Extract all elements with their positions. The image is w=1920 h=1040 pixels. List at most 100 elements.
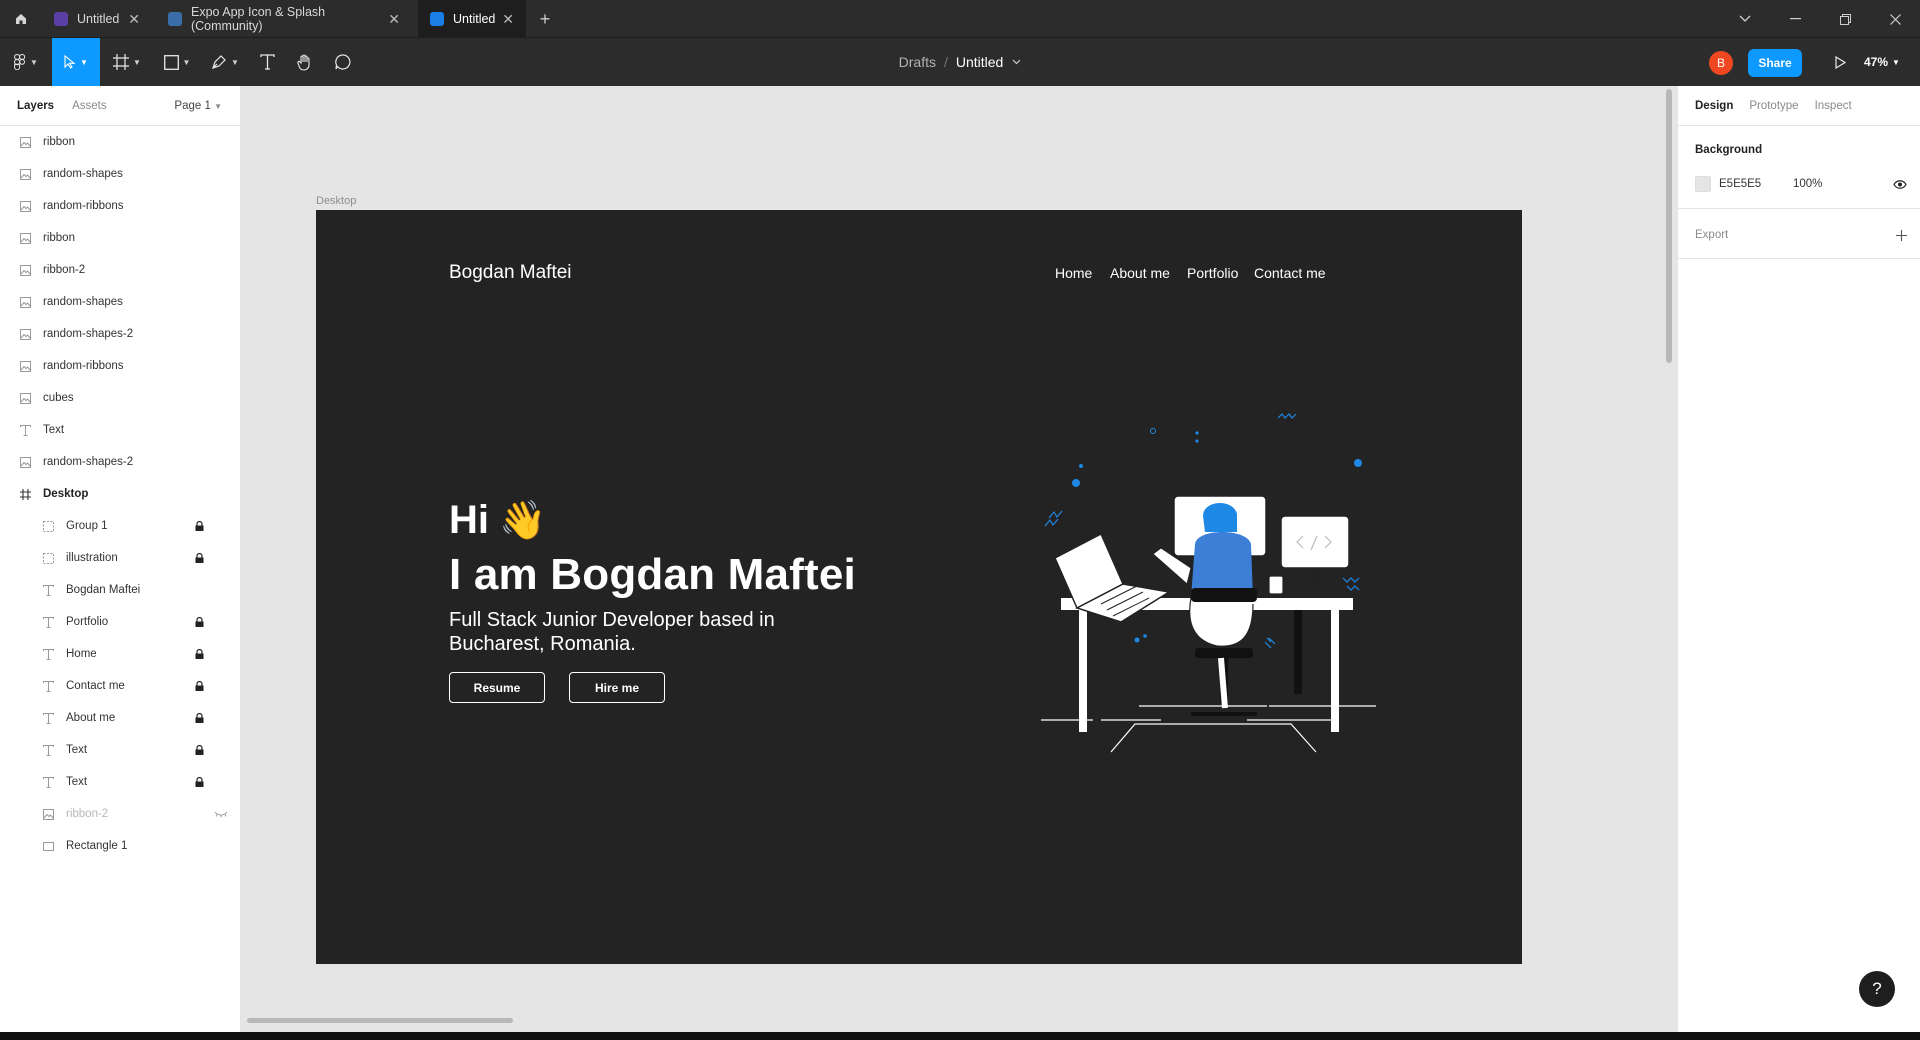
tab-design[interactable]: Design [1695,100,1733,112]
layer-row[interactable]: Desktop [0,478,240,510]
toolbar: ▼ ▼ ▼ ▼ ▼ Drafts / Untitled B Share 47% … [0,38,1920,86]
text-icon [42,616,54,628]
hidden-eye-icon[interactable] [214,809,228,819]
layer-row[interactable]: cubes [0,382,240,414]
layer-row[interactable]: Portfolio [0,606,240,638]
lock-icon[interactable] [195,616,204,627]
tab-untitled-1[interactable]: Untitled ✕ [42,0,152,38]
page-selector[interactable]: Page 1 ▼ [174,100,222,112]
background-opacity[interactable]: 100% [1793,178,1822,190]
nav-contact[interactable]: Contact me [1254,265,1326,281]
pen-tool[interactable]: ▼ [206,38,244,86]
eye-icon[interactable] [1893,179,1907,189]
home-icon[interactable] [0,0,42,38]
frame-tool[interactable]: ▼ [108,38,146,86]
layer-name: Group 1 [66,520,108,532]
layer-row[interactable]: Contact me [0,670,240,702]
main-menu-button[interactable]: ▼ [8,38,44,86]
hero-headline[interactable]: I am Bogdan Maftei [449,550,856,600]
tab-prototype[interactable]: Prototype [1749,100,1798,112]
avatar[interactable]: B [1709,51,1733,75]
site-logo[interactable]: Bogdan Maftei [449,262,572,284]
resume-button[interactable]: Resume [449,672,545,703]
layer-row[interactable]: Group 1 [0,510,240,542]
layer-name: ribbon-2 [66,808,109,820]
group-icon [42,552,54,564]
lock-icon[interactable] [195,520,204,531]
add-icon[interactable] [1896,229,1907,241]
new-tab-button[interactable]: + [536,0,554,38]
tab-assets[interactable]: Assets [72,100,107,112]
vertical-scrollbar[interactable] [1666,89,1672,363]
hero-greeting[interactable]: Hi 👋 [449,498,546,543]
lock-icon[interactable] [195,648,204,659]
help-button[interactable]: ? [1859,971,1895,1007]
hire-me-button[interactable]: Hire me [569,672,665,703]
close-icon[interactable]: ✕ [502,12,514,26]
layer-row[interactable]: illustration [0,542,240,574]
layer-row[interactable]: random-shapes [0,158,240,190]
file-name[interactable]: Untitled [956,54,1003,70]
chevron-down-icon[interactable] [1720,0,1770,38]
layer-row[interactable]: random-shapes-2 [0,446,240,478]
minimize-icon[interactable] [1770,0,1820,38]
layer-row[interactable]: Rectangle 1 [0,830,240,862]
present-button[interactable] [1822,38,1858,86]
close-icon[interactable]: ✕ [128,12,140,26]
nav-about[interactable]: About me [1110,265,1170,281]
chevron-down-icon[interactable] [1012,59,1021,65]
background-swatch[interactable] [1695,176,1711,192]
lock-icon[interactable] [195,744,204,755]
wave-emoji: 👋 [499,499,547,542]
desktop-frame[interactable]: Bogdan Maftei Home About me Portfolio Co… [316,210,1522,964]
layer-row[interactable]: random-shapes-2 [0,318,240,350]
layer-row[interactable]: Bogdan Maftei [0,574,240,606]
layer-name: About me [66,712,116,724]
share-button[interactable]: Share [1748,49,1802,77]
hand-tool[interactable] [290,38,320,86]
nav-portfolio[interactable]: Portfolio [1187,265,1238,281]
layer-name: Bogdan Maftei [66,584,141,596]
tab-label: Untitled [453,12,496,26]
text-tool[interactable] [252,38,282,86]
shape-tool[interactable]: ▼ [158,38,196,86]
tab-inspect[interactable]: Inspect [1815,100,1852,112]
hero-subtitle[interactable]: Full Stack Junior Developer based in Buc… [449,608,849,656]
close-window-icon[interactable] [1870,0,1920,38]
lock-icon[interactable] [195,680,204,691]
layer-row[interactable]: About me [0,702,240,734]
lock-icon[interactable] [195,776,204,787]
layer-row[interactable]: Text [0,766,240,798]
layer-row[interactable]: random-ribbons [0,350,240,382]
frame-icon [113,54,130,70]
comment-tool[interactable] [328,38,358,86]
layer-row[interactable]: ribbon-2 [0,798,240,830]
zoom-menu[interactable]: 47% ▼ [1864,38,1900,86]
canvas[interactable]: Desktop Bogdan Maftei Home About me Port… [241,86,1677,1032]
restore-icon[interactable] [1820,0,1870,38]
move-tool[interactable]: ▼ [52,38,100,86]
layer-row[interactable]: ribbon [0,222,240,254]
text-icon [42,648,54,660]
layer-row[interactable]: ribbon-2 [0,254,240,286]
layer-row[interactable]: random-ribbons [0,190,240,222]
background-hex[interactable]: E5E5E5 [1719,178,1793,190]
nav-home[interactable]: Home [1055,265,1092,281]
tab-layers[interactable]: Layers [17,100,54,112]
lock-icon[interactable] [195,552,204,563]
layer-row[interactable]: Text [0,414,240,446]
layer-row[interactable]: ribbon [0,126,240,158]
tab-untitled-active[interactable]: Untitled ✕ [418,0,526,38]
horizontal-scrollbar[interactable] [247,1018,513,1023]
layer-row[interactable]: random-shapes [0,286,240,318]
figma-file-icon [54,12,68,26]
frame-label[interactable]: Desktop [316,195,356,207]
close-icon[interactable]: ✕ [388,12,400,26]
layer-row[interactable]: Home [0,638,240,670]
breadcrumb-drafts[interactable]: Drafts [899,54,936,70]
lock-icon[interactable] [195,712,204,723]
tab-expo-community[interactable]: Expo App Icon & Splash (Community) ✕ [156,0,412,38]
layer-name: cubes [43,392,74,404]
developer-illustration[interactable] [1041,408,1391,758]
layer-row[interactable]: Text [0,734,240,766]
